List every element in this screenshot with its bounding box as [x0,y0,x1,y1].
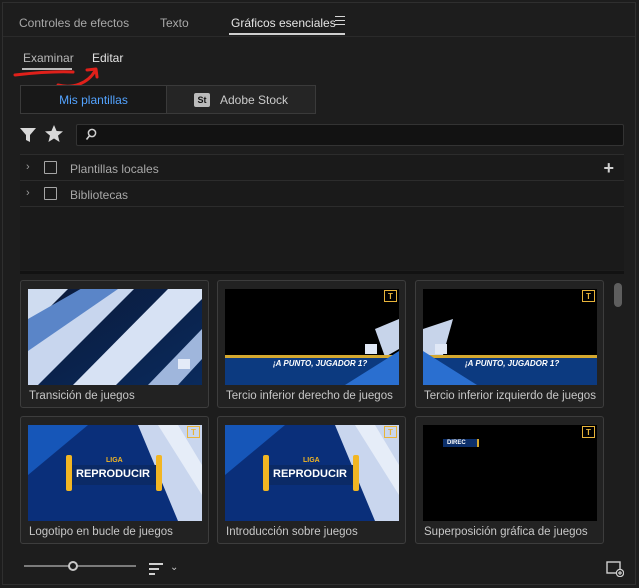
template-title: Transición de juegos [29,390,135,402]
thumbnail-text: ¡A PUNTO, JUGADOR 1? [273,359,368,368]
text-template-badge-icon: T [582,290,595,302]
template-title: Tercio inferior izquierdo de juegos [424,390,596,402]
template-card[interactable]: ¡A PUNTO, JUGADOR 1? T Tercio inferior i… [415,280,604,408]
chevron-right-icon[interactable]: › [26,187,30,199]
sort-icon[interactable] [149,563,163,575]
filter-icon[interactable] [19,126,37,144]
library-list: › Plantillas locales + › Bibliotecas [20,154,624,270]
panel-menu-icon[interactable] [335,16,345,26]
my-templates-button[interactable]: Mis plantillas [21,86,167,113]
thumbnail-text: DIREC [447,440,466,446]
chevron-down-icon[interactable]: ⌄ [170,562,178,573]
add-icon[interactable]: + [603,158,614,179]
template-card[interactable]: LIGA REPRODUCIR T Logotipo en bucle de j… [20,416,209,544]
star-icon[interactable] [44,124,64,144]
template-card[interactable]: Transición de juegos [20,280,209,408]
thumbnail-text: REPRODUCIR [76,468,150,480]
text-template-badge-icon: T [187,426,200,438]
thumbnail-text: REPRODUCIR [273,468,347,480]
tab-essential-graphics[interactable]: Gráficos esenciales [231,16,336,30]
search-field[interactable] [76,124,624,146]
template-thumbnail: DIREC T [423,425,597,521]
text-template-badge-icon: T [384,426,397,438]
scrollbar-track[interactable] [615,281,623,543]
adobe-stock-icon: St [193,92,210,107]
active-tab-indicator [229,33,345,35]
thumbnail-text-top: LIGA [303,457,320,464]
template-card[interactable]: DIREC T Superposición gráfica de juegos [415,416,604,544]
template-thumbnail: ¡A PUNTO, JUGADOR 1? T [423,289,597,385]
thumbnail-size-slider[interactable] [24,565,136,567]
text-template-badge-icon: T [582,426,595,438]
tab-text[interactable]: Texto [160,16,189,30]
tab-effect-controls[interactable]: Controles de efectos [19,16,129,30]
template-thumbnail [28,289,202,385]
library-label: Bibliotecas [70,188,129,202]
template-title: Superposición gráfica de juegos [424,526,588,538]
list-item-local-templates[interactable]: › Plantillas locales + [20,155,624,181]
template-title: Tercio inferior derecho de juegos [226,390,393,402]
new-item-icon[interactable] [606,561,624,577]
adobe-stock-button[interactable]: St Adobe Stock [167,86,315,113]
checkbox[interactable] [44,187,57,200]
template-thumbnail: LIGA REPRODUCIR T [28,425,202,521]
template-card[interactable]: LIGA REPRODUCIR T Introducción sobre jue… [217,416,406,544]
list-item-libraries[interactable]: › Bibliotecas [20,181,624,207]
thumbnail-text-top: LIGA [106,457,123,464]
panel-tab-bar: Controles de efectos Texto Gráficos esen… [3,3,635,37]
scrollbar-thumb[interactable] [614,283,622,307]
search-icon [85,128,97,141]
template-card[interactable]: ¡A PUNTO, JUGADOR 1? T Tercio inferior d… [217,280,406,408]
panel-splitter[interactable] [20,271,624,274]
library-label: Plantillas locales [70,162,159,176]
template-thumbnail: LIGA REPRODUCIR T [225,425,399,521]
template-thumbnail: ¡A PUNTO, JUGADOR 1? T [225,289,399,385]
template-title: Logotipo en bucle de juegos [29,526,173,538]
checkbox[interactable] [44,161,57,174]
template-title: Introducción sobre juegos [226,526,358,538]
search-input[interactable] [103,127,603,143]
chevron-right-icon[interactable]: › [26,161,30,173]
thumbnail-text: ¡A PUNTO, JUGADOR 1? [465,359,560,368]
essential-graphics-panel: Controles de efectos Texto Gráficos esen… [2,2,636,585]
text-template-badge-icon: T [384,290,397,302]
adobe-stock-label: Adobe Stock [219,92,289,107]
template-source-switch: Mis plantillas St Adobe Stock [20,85,316,114]
slider-handle[interactable] [68,561,78,571]
